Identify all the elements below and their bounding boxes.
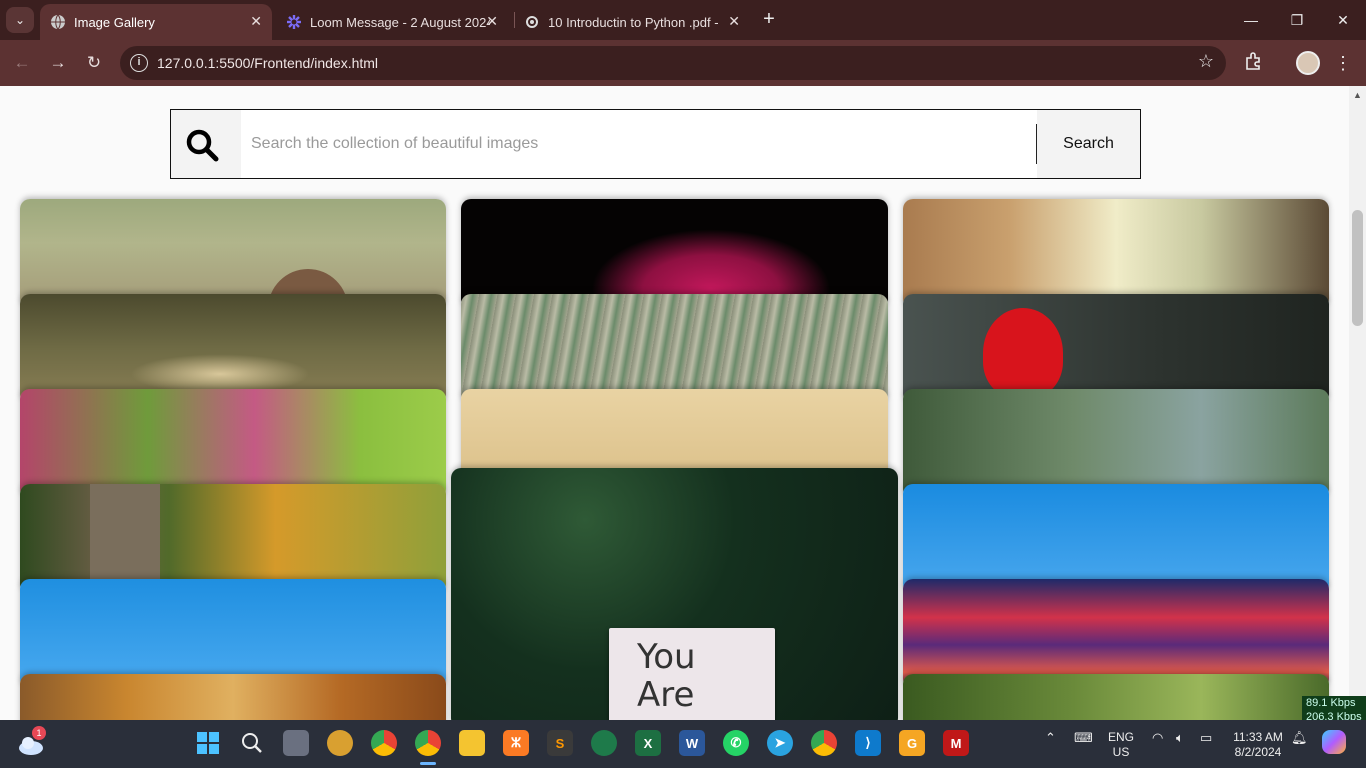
clock-time: 11:33 AM xyxy=(1233,730,1283,744)
page-scrollbar[interactable]: ▲ xyxy=(1349,86,1366,720)
gallery-image-sunset[interactable] xyxy=(903,579,1329,689)
notification-bell-icon[interactable]: 🔔︎ xyxy=(1291,730,1308,746)
profile-avatar[interactable] xyxy=(1296,51,1320,75)
gallery-image-pink-blossoms[interactable] xyxy=(20,389,446,499)
tab-loom[interactable]: Loom Message - 2 August 2024 ✕ xyxy=(276,4,508,40)
word-icon[interactable]: W xyxy=(679,730,705,756)
tab-label: Image Gallery xyxy=(74,14,155,30)
chrome-profile-icon[interactable] xyxy=(415,730,441,756)
clock-date: 8/2/2024 xyxy=(1234,745,1282,759)
notification-badge: 1 xyxy=(32,726,46,740)
region-code: US xyxy=(1112,745,1130,759)
page-viewport: Search You Are xyxy=(0,86,1349,720)
sublime-text-icon[interactable]: S xyxy=(547,730,573,756)
close-tab-icon[interactable]: ✕ xyxy=(250,13,262,30)
volume-icon[interactable]: 🔈︎ xyxy=(1176,730,1184,746)
close-tab-icon[interactable]: ✕ xyxy=(486,13,498,30)
site-info-icon[interactable]: i xyxy=(130,54,148,72)
maps-app-icon[interactable] xyxy=(591,730,617,756)
tab-label: Loom Message - 2 August 2024 xyxy=(310,14,490,30)
browser-menu-icon[interactable]: ⋮ xyxy=(1334,51,1352,75)
scroll-thumb[interactable] xyxy=(1352,210,1363,326)
reload-button[interactable]: ↻ xyxy=(82,51,106,75)
image-detail xyxy=(130,354,310,394)
note-line: You xyxy=(637,637,696,677)
minimize-button[interactable]: — xyxy=(1236,8,1266,32)
search-input[interactable] xyxy=(241,110,1037,178)
language-code: ENG xyxy=(1108,730,1135,744)
note-card: You Are xyxy=(609,628,775,720)
copilot-icon[interactable] xyxy=(1322,730,1346,754)
keyboard-icon[interactable]: ⌨ xyxy=(1074,730,1093,746)
gallery-image-peacock[interactable] xyxy=(461,294,888,404)
gallery-image-blue-sky[interactable] xyxy=(903,484,1329,594)
pdf-app-icon[interactable]: G xyxy=(899,730,925,756)
gallery-image-tree-orange-flowers[interactable] xyxy=(20,484,446,594)
gallery-image-tree-trunk[interactable] xyxy=(903,199,1329,309)
task-view-icon[interactable] xyxy=(283,730,309,756)
active-app-indicator xyxy=(420,762,436,765)
net-down: 89.1 Kbps xyxy=(1306,697,1356,709)
image-detail xyxy=(983,308,1063,398)
telegram-icon[interactable]: ➤ xyxy=(767,730,793,756)
loom-icon xyxy=(286,14,302,30)
gallery-image-branches[interactable] xyxy=(903,389,1329,499)
address-bar[interactable]: i 127.0.0.1:5500/Frontend/index.html ☆ xyxy=(120,46,1226,80)
back-button[interactable]: ← xyxy=(10,51,34,75)
tab-strip: ⌄ Image Gallery ✕ Loom Message - 2 Augus… xyxy=(0,0,1366,40)
whatsapp-icon[interactable]: ✆ xyxy=(723,730,749,756)
wifi-icon[interactable]: ◠ xyxy=(1152,730,1163,746)
mcafee-icon[interactable]: M xyxy=(943,730,969,756)
chrome-alt-icon[interactable] xyxy=(811,730,837,756)
close-tab-icon[interactable]: ✕ xyxy=(728,13,740,30)
xampp-icon[interactable]: ⵣ xyxy=(503,730,529,756)
new-tab-button[interactable]: + xyxy=(758,8,780,30)
gallery-image-blue-sky[interactable] xyxy=(20,579,446,689)
note-line: Are xyxy=(637,675,695,715)
gallery-image-red-flower[interactable] xyxy=(461,199,888,309)
gallery-image-hibiscus[interactable] xyxy=(903,294,1329,404)
system-clock[interactable]: 11:33 AM 8/2/2024 xyxy=(1228,730,1288,760)
language-indicator[interactable]: ENG US xyxy=(1108,730,1134,760)
drive-icon xyxy=(524,14,540,30)
tab-label: 10 Introductin to Python .pdf - xyxy=(548,14,719,30)
globe-icon xyxy=(50,14,66,30)
search-bar: Search xyxy=(170,109,1141,179)
excel-icon[interactable]: X xyxy=(635,730,661,756)
chevron-up-icon[interactable]: ⌃ xyxy=(1045,730,1056,746)
search-button[interactable]: Search xyxy=(1037,110,1140,178)
battery-icon[interactable]: ▭ xyxy=(1200,730,1212,746)
taskbar: 1 ⵣ S X W ✆ ➤ ⟩ G M ⌃ ⌨ ENG US ◠ 🔈︎ ▭ 11… xyxy=(0,720,1366,768)
widgets-icon[interactable] xyxy=(327,730,353,756)
extensions-icon[interactable] xyxy=(1242,51,1266,75)
close-window-button[interactable]: ✕ xyxy=(1328,8,1358,32)
tab-image-gallery[interactable]: Image Gallery ✕ xyxy=(40,4,272,40)
vscode-icon[interactable]: ⟩ xyxy=(855,730,881,756)
scroll-up-arrow[interactable]: ▲ xyxy=(1353,90,1362,100)
gallery-image-grass-seeds[interactable] xyxy=(20,294,446,404)
tab-python-pdf[interactable]: 10 Introductin to Python .pdf - ✕ xyxy=(514,4,750,40)
windows-start-icon[interactable] xyxy=(195,730,221,756)
forward-button[interactable]: → xyxy=(46,51,70,75)
file-explorer-icon[interactable] xyxy=(459,730,485,756)
browser-toolbar: ← → ↻ i 127.0.0.1:5500/Frontend/index.ht… xyxy=(0,40,1366,86)
chrome-icon[interactable] xyxy=(371,730,397,756)
bookmark-star-icon[interactable]: ☆ xyxy=(1198,51,1214,72)
gallery-image-forest[interactable] xyxy=(903,674,1329,720)
search-icon xyxy=(186,129,219,162)
gallery-image-autumn-trees[interactable] xyxy=(20,674,446,720)
tab-search-button[interactable]: ⌄ xyxy=(6,7,34,33)
image-detail xyxy=(90,484,160,594)
url-text: 127.0.0.1:5500/Frontend/index.html xyxy=(157,55,379,71)
gallery-image-woman-field[interactable] xyxy=(20,199,446,309)
restore-button[interactable]: ❐ xyxy=(1282,8,1312,32)
search-icon[interactable] xyxy=(239,730,265,756)
gallery-image-note-forest[interactable]: You Are xyxy=(451,468,898,720)
